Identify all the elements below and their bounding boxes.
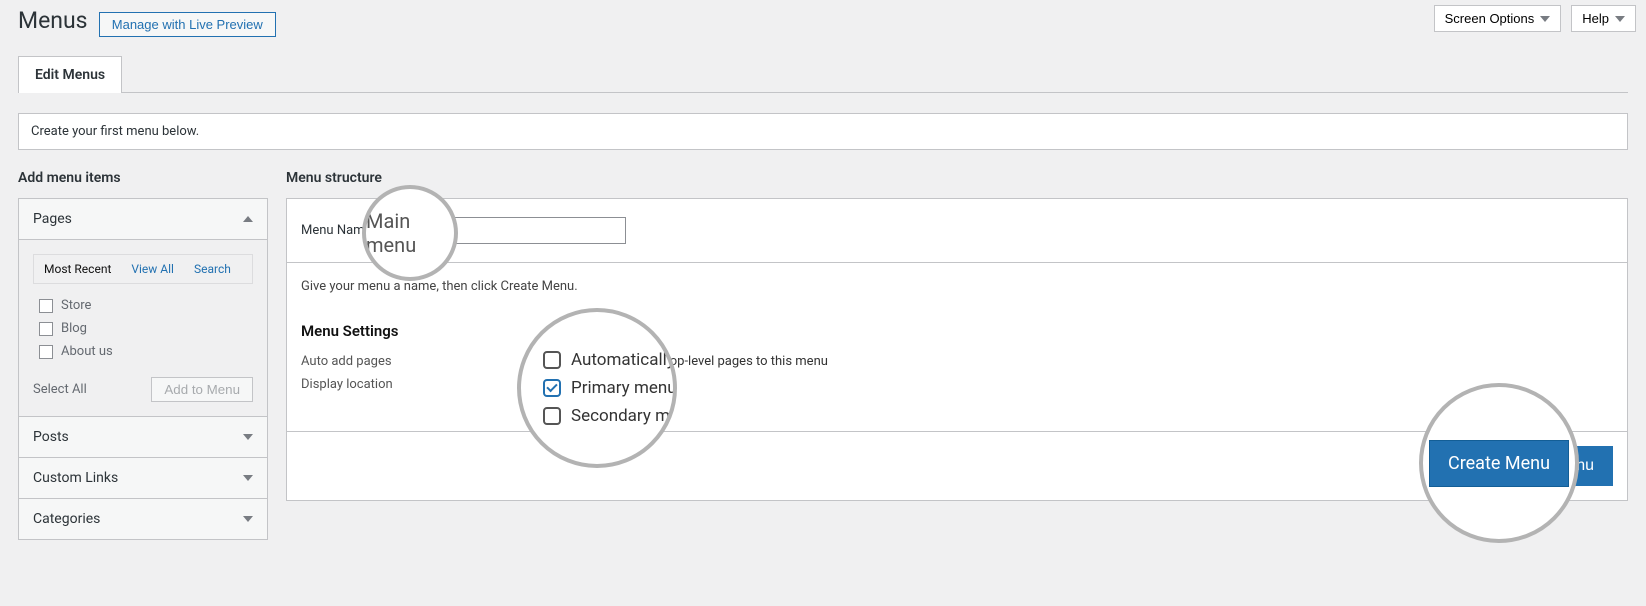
screen-options-button[interactable]: Screen Options [1434, 5, 1562, 32]
menu-intro-text: Give your menu a name, then click Create… [301, 279, 1613, 294]
chevron-down-icon [1615, 16, 1625, 22]
create-menu-button[interactable]: Create Menu [1483, 446, 1614, 486]
checkbox-icon[interactable] [39, 322, 53, 336]
auto-add-option[interactable]: Automatically add new top-level pages to… [531, 354, 1613, 369]
help-button[interactable]: Help [1571, 5, 1636, 32]
tab-bar: Edit Menus [18, 55, 1628, 93]
accordion-categories-header[interactable]: Categories [19, 499, 267, 539]
page-item-label: Blog [61, 321, 87, 336]
accordion-customlinks-header[interactable]: Custom Links [19, 458, 267, 499]
chevron-down-icon [1540, 16, 1550, 22]
menu-structure-heading: Menu structure [286, 170, 1628, 186]
menu-name-label: Menu Name [301, 223, 371, 238]
subtab-recent[interactable]: Most Recent [34, 255, 121, 283]
chevron-down-icon [243, 516, 253, 522]
page-item-label: Store [61, 298, 91, 313]
chevron-up-icon [243, 216, 253, 222]
page-item[interactable]: Store [33, 294, 253, 317]
add-items-heading: Add menu items [18, 170, 268, 186]
select-all-link[interactable]: Select All [33, 382, 87, 397]
accordion-posts-label: Posts [33, 429, 69, 445]
page-item[interactable]: About us [33, 340, 253, 363]
checkbox-icon[interactable] [39, 345, 53, 359]
menu-name-input[interactable] [376, 217, 626, 244]
accordion-categories-label: Categories [33, 511, 100, 527]
page-item-label: About us [61, 344, 113, 359]
accordion-pages-label: Pages [33, 211, 72, 227]
accordion-posts-header[interactable]: Posts [19, 417, 267, 458]
info-notice: Create your first menu below. [18, 113, 1628, 150]
live-preview-button[interactable]: Manage with Live Preview [99, 12, 276, 37]
menu-items-accordion: Pages Most Recent View All Search Store [18, 198, 268, 540]
subtab-search[interactable]: Search [184, 255, 241, 283]
accordion-pages-header[interactable]: Pages [19, 199, 267, 240]
chevron-down-icon [243, 434, 253, 440]
screen-options-label: Screen Options [1445, 11, 1535, 26]
location-primary[interactable]: Primary menu [531, 377, 1613, 392]
chevron-down-icon [243, 475, 253, 481]
menu-settings-heading: Menu Settings [301, 322, 1613, 340]
auto-add-label: Auto add pages [301, 354, 531, 369]
page-item[interactable]: Blog [33, 317, 253, 340]
display-location-label: Display location [301, 377, 531, 407]
location-secondary[interactable]: Secondary menu [531, 392, 1613, 407]
tab-edit-menus[interactable]: Edit Menus [18, 56, 122, 93]
page-title: Menus [18, 7, 88, 34]
help-label: Help [1582, 11, 1609, 26]
menu-structure-panel: Menu Name Give your menu a name, then cl… [286, 198, 1628, 501]
add-to-menu-button[interactable]: Add to Menu [151, 377, 253, 402]
accordion-pages-body: Most Recent View All Search Store Blog [19, 240, 267, 417]
subtab-viewall[interactable]: View All [121, 255, 184, 283]
accordion-customlinks-label: Custom Links [33, 470, 118, 486]
checkbox-icon[interactable] [39, 299, 53, 313]
